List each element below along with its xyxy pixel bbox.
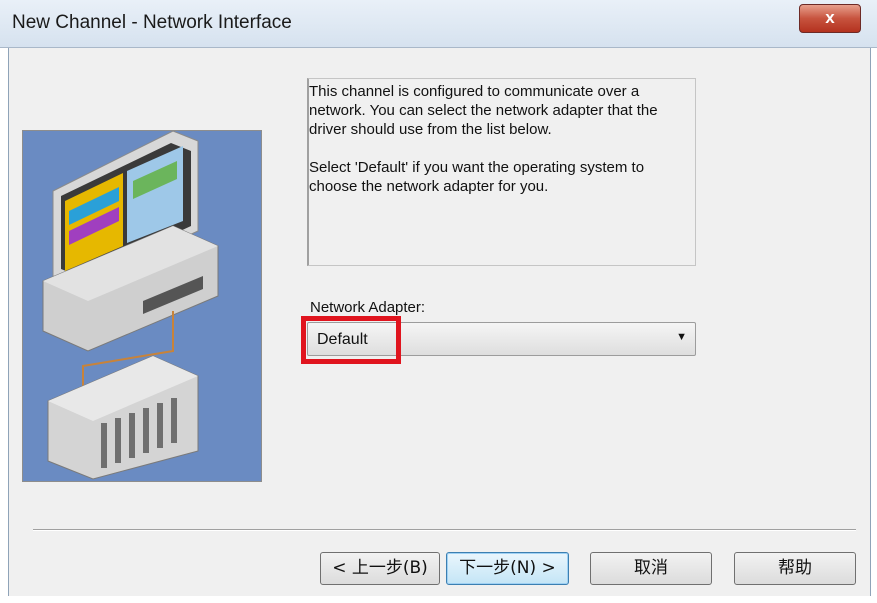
window-title: New Channel - Network Interface xyxy=(12,12,292,33)
highlight-annotation xyxy=(301,316,401,364)
chevron-down-icon: ▼ xyxy=(676,331,687,343)
description-text: This channel is configured to communicat… xyxy=(309,82,694,196)
title-bar: New Channel - Network Interface x xyxy=(0,0,877,48)
close-button[interactable]: x xyxy=(799,4,861,33)
network-adapter-label: Network Adapter: xyxy=(310,299,426,316)
wizard-illustration xyxy=(22,130,262,482)
back-button[interactable]: < 上一步(B) xyxy=(320,552,440,585)
description-paragraph-2: Select 'Default' if you want the operati… xyxy=(309,159,645,195)
next-button[interactable]: 下一步(N) > xyxy=(446,552,569,585)
close-icon: x xyxy=(825,8,835,27)
computer-network-illustration xyxy=(23,130,261,481)
divider xyxy=(33,529,856,531)
help-button[interactable]: 帮助 xyxy=(734,552,856,585)
description-paragraph-1: This channel is configured to communicat… xyxy=(309,83,658,138)
cancel-button[interactable]: 取消 xyxy=(590,552,712,585)
